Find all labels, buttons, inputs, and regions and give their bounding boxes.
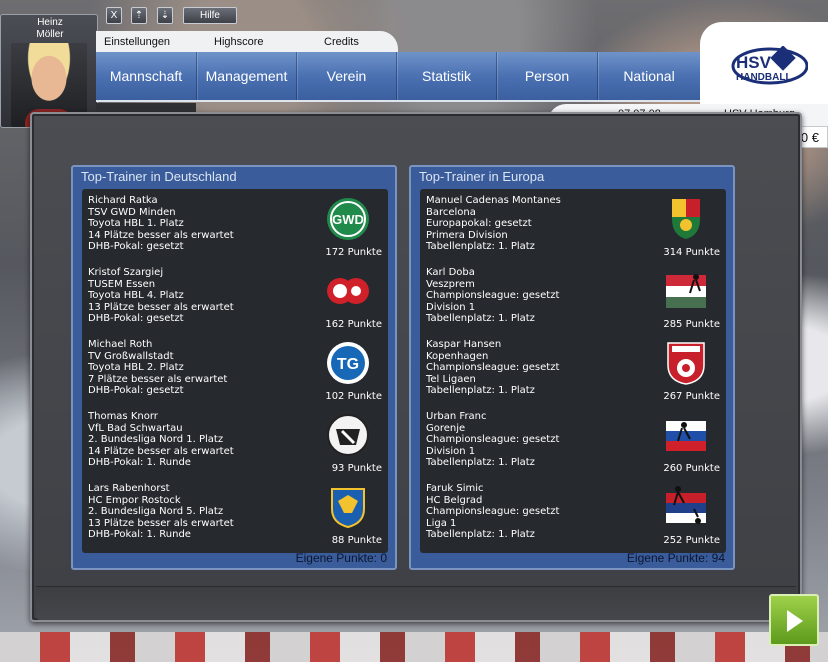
list-item[interactable]: Thomas Knorr VfL Bad Schwartau 2. Bundes… [88, 411, 384, 483]
main-nav: Mannschaft Management Verein Statistik P… [96, 52, 700, 102]
logo-text-handball: HANDBALL [736, 72, 792, 83]
nav-national[interactable]: National [598, 52, 700, 100]
close-icon: X [110, 10, 118, 21]
nav-statistik[interactable]: Statistik [397, 52, 497, 100]
tab-einstellungen[interactable]: Einstellungen [104, 36, 170, 48]
scroll-up-button[interactable]: ⇡ [131, 7, 147, 24]
trainer-points: 102 Punkte [325, 391, 382, 402]
list-item[interactable]: Kristof Szargiej TUSEM Essen Toyota HBL … [88, 267, 384, 339]
panel-europe: Top-Trainer in Europa Manuel Cadenas Mon… [409, 165, 735, 570]
player-card[interactable]: Heinz Möller [0, 14, 98, 128]
germany-trainer-list: Richard Ratka TSV GWD Minden Toyota HBL … [82, 189, 388, 553]
player-first-name: Heinz [37, 17, 63, 28]
list-item[interactable]: Richard Ratka TSV GWD Minden Toyota HBL … [88, 195, 384, 267]
logo-text-hsv: HSV [736, 53, 772, 72]
board-footer [36, 586, 796, 620]
next-button[interactable] [769, 594, 819, 646]
court-floor [0, 632, 828, 662]
kopenhagen-logo-icon [667, 342, 705, 385]
trainer-points: 267 Punkte [663, 391, 720, 402]
europe-trainer-list: Manuel Cadenas Montanes Barcelona Europa… [420, 189, 726, 553]
scroll-down-button[interactable]: ⇣ [157, 7, 173, 24]
hsv-handball-logo: HSV HANDBALL [731, 46, 808, 85]
play-arrow-icon [787, 610, 803, 632]
list-item[interactable]: Urban Franc Gorenje Championsleague: ges… [426, 411, 722, 483]
trainer-points: 260 Punkte [663, 463, 720, 474]
panel-germany-title: Top-Trainer in Deutschland [81, 169, 237, 184]
slovenia-flag-icon [666, 421, 706, 451]
tab-highscore[interactable]: Highscore [214, 36, 264, 48]
list-item[interactable]: Karl Doba Veszprem Championsleague: gese… [426, 267, 722, 339]
player-last-name: Möller [36, 29, 64, 40]
svg-text:GWD: GWD [332, 212, 364, 227]
nav-management[interactable]: Management [197, 52, 297, 100]
sub-tabs: Einstellungen Highscore Credits [96, 31, 398, 53]
trainer-points: 162 Punkte [325, 319, 382, 330]
trainer-points: 252 Punkte [663, 535, 720, 546]
nav-person[interactable]: Person [497, 52, 598, 100]
close-button[interactable]: X [106, 7, 122, 24]
panel-germany: Top-Trainer in Deutschland Richard Ratka… [71, 165, 397, 570]
vfl-logo-icon [327, 414, 369, 456]
trainer-points: 93 Punkte [331, 463, 382, 474]
barcelona-logo-icon [672, 199, 700, 239]
tvg-logo-icon: TG [327, 342, 369, 384]
list-item[interactable]: Manuel Cadenas Montanes Barcelona Europa… [426, 195, 722, 267]
trainer-points: 88 Punkte [331, 535, 382, 546]
gwd-logo-icon: GWD [327, 198, 369, 240]
tab-credits[interactable]: Credits [324, 36, 359, 48]
list-item[interactable]: Kaspar Hansen Kopenhagen Championsleague… [426, 339, 722, 411]
arrow-down-icon: ⇣ [160, 10, 170, 21]
panel-europe-title: Top-Trainer in Europa [419, 169, 545, 184]
player-name: Heinz Möller [1, 17, 99, 41]
hungary-flag-icon [666, 274, 706, 308]
help-button[interactable]: Hilfe [183, 7, 237, 24]
help-label: Hilfe [199, 10, 220, 21]
serbia-flag-icon [666, 486, 706, 524]
tusem-logo-icon [327, 278, 369, 304]
trainer-points: 285 Punkte [663, 319, 720, 330]
list-item[interactable]: Lars Rabenhorst HC Empor Rostock 2. Bund… [88, 483, 384, 555]
nav-mannschaft[interactable]: Mannschaft [96, 52, 197, 100]
nav-verein[interactable]: Verein [297, 52, 397, 100]
own-points-germany: Eigene Punkte: 0 [295, 551, 387, 565]
list-item[interactable]: Faruk Simic HC Belgrad Championsleague: … [426, 483, 722, 555]
club-logo-box: HSV HANDBALL [700, 22, 828, 104]
arrow-up-icon: ⇡ [134, 10, 144, 21]
trainer-points: 314 Punkte [663, 247, 720, 258]
own-points-europe: Eigene Punkte: 94 [626, 551, 725, 565]
empor-logo-icon [331, 488, 365, 529]
list-item[interactable]: Michael Roth TV Großwallstadt Toyota HBL… [88, 339, 384, 411]
trainer-points: 172 Punkte [325, 247, 382, 258]
svg-text:TG: TG [337, 356, 359, 373]
